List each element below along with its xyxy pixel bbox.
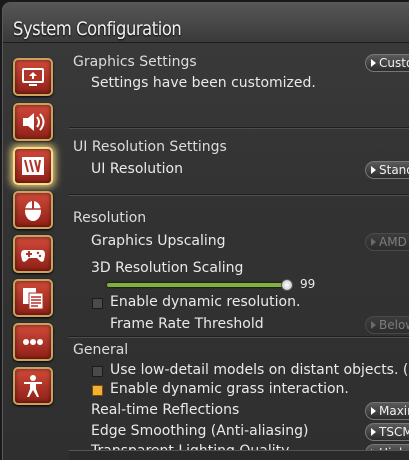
speaker-icon bbox=[23, 113, 45, 131]
frame-rate-threshold-label: Frame Rate Threshold bbox=[110, 316, 264, 332]
person-icon bbox=[24, 375, 42, 397]
settings-panel: Graphics Settings Custom Settings have b… bbox=[63, 44, 409, 460]
realtime-reflections-button[interactable]: Maximum bbox=[365, 402, 409, 420]
resolution-scaling-value: 99 bbox=[300, 277, 316, 291]
ellipsis-icon bbox=[23, 339, 43, 345]
low-detail-models-checkbox[interactable] bbox=[92, 366, 103, 377]
dynamic-resolution-label: Enable dynamic resolution. bbox=[110, 294, 301, 310]
category-mouse-button[interactable] bbox=[13, 191, 53, 229]
window-title: System Configuration bbox=[13, 18, 182, 40]
realtime-reflections-label: Real-time Reflections bbox=[91, 402, 240, 418]
category-gamepad-button[interactable] bbox=[13, 235, 53, 273]
ui-resolution-label: UI Resolution bbox=[91, 161, 183, 177]
ui-resolution-heading: UI Resolution Settings bbox=[73, 139, 227, 155]
system-configuration-window: System Configuration Graphics Settings C… bbox=[2, 2, 409, 460]
section-divider bbox=[69, 127, 409, 129]
monitor-icon bbox=[22, 68, 44, 86]
title-bar[interactable]: System Configuration bbox=[3, 3, 409, 43]
resolution-scaling-slider-handle[interactable] bbox=[281, 279, 293, 291]
category-display-button[interactable] bbox=[13, 58, 53, 96]
section-divider bbox=[69, 194, 409, 196]
graphics-upscaling-label: Graphics Upscaling bbox=[91, 233, 226, 249]
dynamic-grass-label: Enable dynamic grass interaction. bbox=[110, 381, 349, 397]
general-heading: General bbox=[73, 342, 129, 358]
dynamic-grass-checkbox[interactable] bbox=[92, 385, 103, 396]
graphics-status-text: Settings have been customized. bbox=[91, 75, 316, 91]
gamepad-icon bbox=[21, 250, 45, 262]
ui-resolution-button[interactable]: Standard bbox=[365, 161, 409, 179]
graphics-settings-heading: Graphics Settings bbox=[73, 54, 197, 70]
graphics-icon bbox=[22, 157, 44, 175]
mouse-icon bbox=[25, 201, 41, 221]
frame-rate-threshold-button[interactable]: Below 30fps bbox=[365, 316, 409, 334]
graphics-preset-button[interactable]: Custom bbox=[365, 54, 409, 72]
panel-bottom-bar bbox=[69, 450, 409, 460]
resolution-scaling-slider[interactable] bbox=[107, 283, 287, 287]
section-divider bbox=[69, 336, 409, 338]
edge-smoothing-button[interactable]: TSCMAA bbox=[365, 423, 409, 441]
category-other-button[interactable] bbox=[13, 279, 53, 317]
category-more-button[interactable] bbox=[13, 323, 53, 361]
resolution-scaling-label: 3D Resolution Scaling bbox=[91, 260, 244, 276]
edge-smoothing-label: Edge Smoothing (Anti-aliasing) bbox=[91, 423, 309, 439]
category-sound-button[interactable] bbox=[13, 103, 53, 141]
low-detail-models-label: Use low-detail models on distant objects… bbox=[110, 362, 409, 378]
documents-icon bbox=[23, 288, 44, 310]
resolution-heading: Resolution bbox=[73, 210, 147, 226]
dynamic-resolution-checkbox[interactable] bbox=[92, 298, 103, 309]
category-graphics-button[interactable] bbox=[13, 147, 53, 185]
category-accessibility-button[interactable] bbox=[13, 367, 53, 405]
category-sidebar bbox=[3, 44, 63, 460]
graphics-upscaling-button[interactable]: AMD FSR bbox=[365, 233, 409, 251]
